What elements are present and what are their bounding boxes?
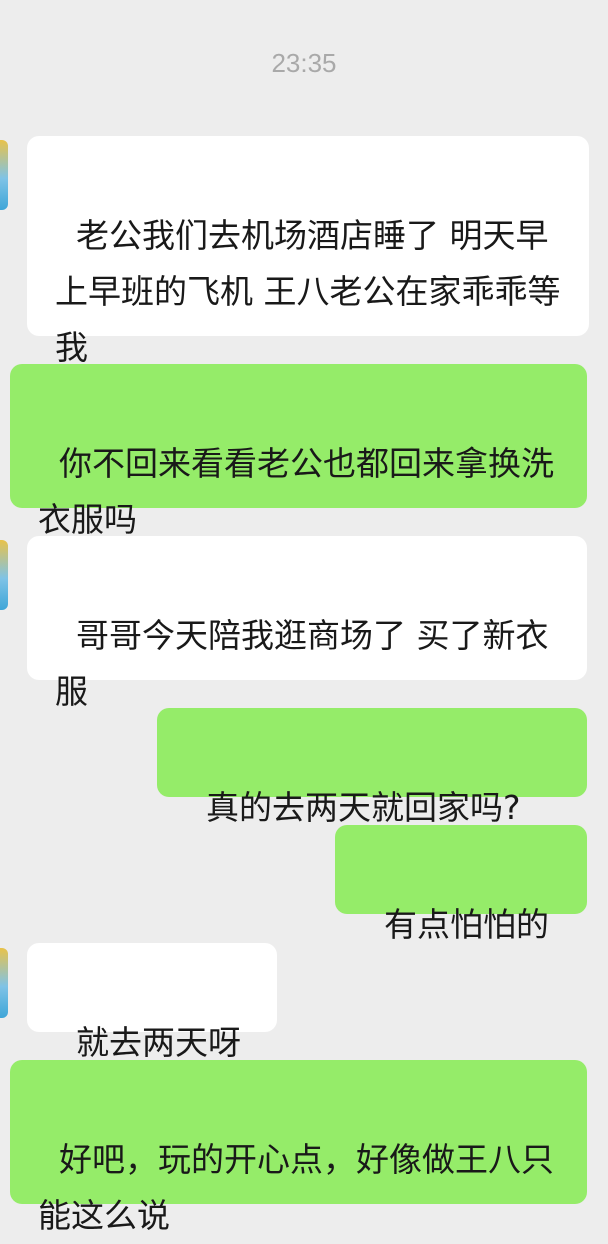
- incoming-message-bubble[interactable]: 就去两天呀: [27, 943, 277, 1062]
- outgoing-message-bubble[interactable]: 你不回来看看老公也都回来拿换洗衣服吗: [10, 364, 587, 539]
- message-text: 好吧，玩的开心点，好像做王八只能这么说: [38, 1140, 554, 1235]
- message-text: 真的去两天就回家吗?: [205, 788, 521, 827]
- timestamp: 23:35: [271, 48, 337, 78]
- contact-avatar[interactable]: [0, 948, 8, 1018]
- outgoing-message-bubble[interactable]: 真的去两天就回家吗?: [157, 708, 587, 827]
- outgoing-message-bubble[interactable]: 好吧，玩的开心点，好像做王八只能这么说: [10, 1060, 587, 1235]
- contact-avatar[interactable]: [0, 540, 8, 610]
- outgoing-message-bubble[interactable]: 有点怕怕的: [335, 825, 587, 944]
- message-text: 有点怕怕的: [383, 905, 549, 944]
- incoming-message-bubble[interactable]: 老公我们去机场酒店睡了 明天早上早班的飞机 王八老公在家乖乖等我: [27, 136, 589, 367]
- message-text: 就去两天呀: [75, 1023, 241, 1062]
- message-text: 你不回来看看老公也都回来拿换洗衣服吗: [38, 444, 554, 539]
- incoming-message-bubble[interactable]: 哥哥今天陪我逛商场了 买了新衣服: [27, 536, 587, 711]
- message-text: 老公我们去机场酒店睡了 明天早上早班的飞机 王八老公在家乖乖等我: [55, 216, 561, 367]
- contact-avatar[interactable]: [0, 140, 8, 210]
- message-text: 哥哥今天陪我逛商场了 买了新衣服: [55, 616, 549, 711]
